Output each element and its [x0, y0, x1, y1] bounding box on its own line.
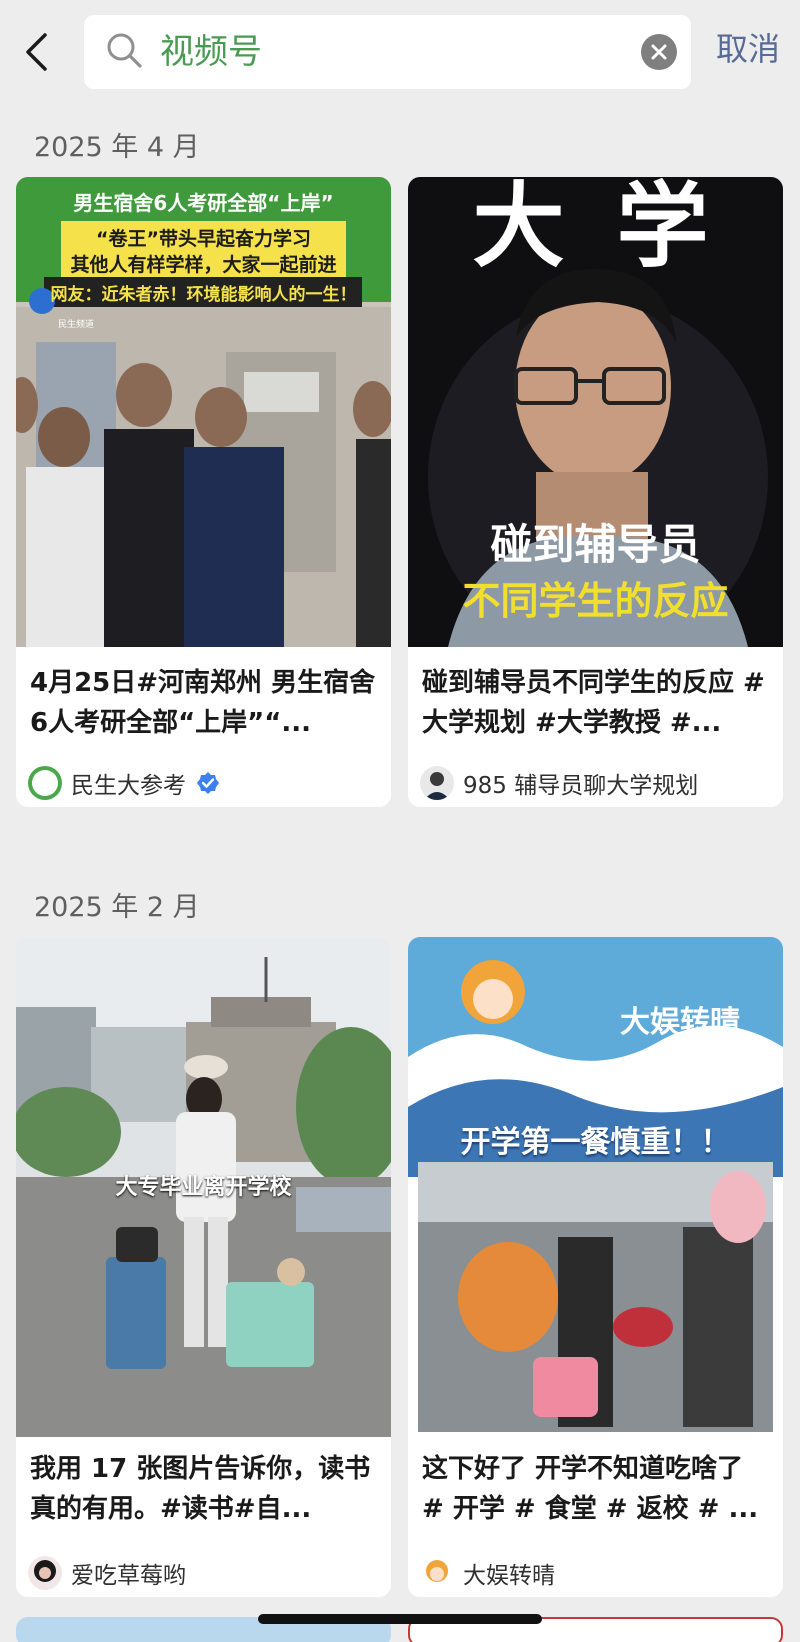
video-author[interactable]: 民生大参考: [28, 765, 220, 801]
video-card[interactable]: 男生宿舍6人考研全部“上岸” “卷王”带头早起奋力学习 其他人有样学样，大家一起…: [16, 177, 391, 807]
thumbnail-brand: 大娱转晴: [620, 1005, 740, 1040]
author-name: 大娱转晴: [463, 1563, 555, 1589]
video-thumbnail[interactable]: 大娱转晴 开学第一餐慎重！！: [408, 937, 783, 1437]
section-date-heading: 2025 年 2 月: [34, 892, 200, 923]
thumbnail-caption: 网友：近朱者赤！环境能影响人的一生！: [50, 285, 357, 305]
avatar: [420, 1556, 454, 1590]
video-card[interactable]: 大 学 碰到辅导员 不同学生的反应 碰到辅导员不同学生的反应 #大学规划 #大学…: [408, 177, 783, 807]
top-bar: 视频号 取消: [0, 0, 800, 118]
thumbnail-caption: 男生宿舍6人考研全部“上岸”: [73, 191, 334, 215]
video-thumbnail[interactable]: 大专毕业离开学校: [16, 937, 391, 1437]
avatar: [28, 766, 62, 800]
section-date-heading: 2025 年 4 月: [34, 132, 200, 163]
verified-badge-icon: [197, 772, 219, 794]
thumbnail-caption: 不同学生的反应: [462, 579, 729, 623]
cancel-button[interactable]: 取消: [716, 26, 780, 72]
author-name: 民生大参考: [71, 773, 186, 799]
video-thumbnail[interactable]: 男生宿舍6人考研全部“上岸” “卷王”带头早起奋力学习 其他人有样学样，大家一起…: [16, 177, 391, 647]
video-author[interactable]: 爱吃草莓哟: [28, 1555, 186, 1591]
video-author[interactable]: 985 辅导员聊大学规划: [420, 765, 698, 801]
search-input[interactable]: 视频号: [160, 29, 262, 75]
video-card[interactable]: 大专毕业离开学校 我用 17 张图片告诉你，读书真的有用。#读书#自... 爱吃…: [16, 937, 391, 1597]
clear-search-button[interactable]: [641, 34, 677, 70]
back-button[interactable]: [16, 28, 56, 76]
author-name: 爱吃草莓哟: [71, 1563, 186, 1589]
chevron-left-icon: [26, 33, 47, 71]
avatar: [420, 766, 454, 800]
thumbnail-caption: 其他人有样学样，大家一起前进: [70, 254, 337, 276]
video-title[interactable]: 碰到辅导员不同学生的反应 #大学规划 #大学教授 #...: [422, 663, 772, 743]
thumbnail-heading: 大 学: [472, 177, 719, 280]
thumbnail-watermark: 民生频道: [58, 320, 95, 330]
video-author[interactable]: 大娱转晴: [420, 1555, 555, 1591]
clear-icon: [651, 44, 667, 60]
thumbnail-caption: 碰到辅导员: [490, 520, 701, 569]
thumbnail-caption: 开学第一餐慎重！！: [460, 1125, 731, 1160]
thumbnail-caption: 大专毕业离开学校: [115, 1175, 292, 1200]
avatar: [28, 1556, 62, 1590]
thumbnail-caption: “卷王”带头早起奋力学习: [96, 228, 311, 250]
video-card[interactable]: 大娱转晴 开学第一餐慎重！！ 这下好了 开学不知道吃啥了 # 开学 # 食堂 #…: [408, 937, 783, 1597]
video-title[interactable]: 4月25日#河南郑州 男生宿舍6人考研全部“上岸”“...: [30, 663, 380, 743]
search-icon: [107, 33, 142, 68]
video-thumbnail[interactable]: 大 学 碰到辅导员 不同学生的反应: [408, 177, 783, 647]
video-title[interactable]: 我用 17 张图片告诉你，读书真的有用。#读书#自...: [30, 1449, 380, 1529]
home-indicator: [258, 1614, 542, 1624]
video-title[interactable]: 这下好了 开学不知道吃啥了 # 开学 # 食堂 # 返校 # ...: [422, 1449, 772, 1529]
author-name: 985 辅导员聊大学规划: [463, 773, 699, 799]
search-box[interactable]: 视频号: [84, 15, 691, 89]
